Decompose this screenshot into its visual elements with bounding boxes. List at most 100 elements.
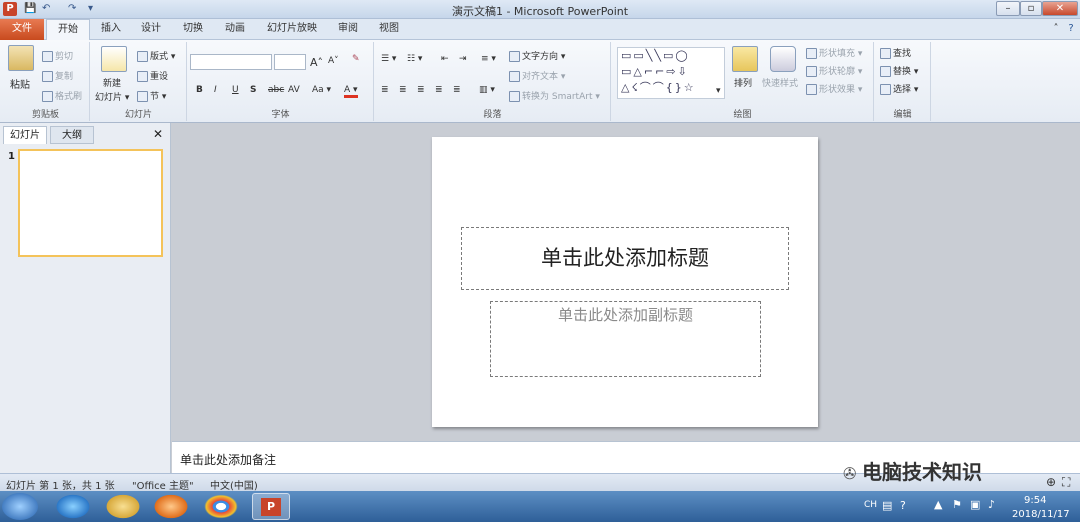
flag-icon[interactable]: ⚑ [952, 498, 962, 511]
underline-button[interactable]: U [232, 85, 239, 95]
tab-file[interactable]: 文件 [0, 19, 44, 40]
paste-button[interactable]: 粘贴 [10, 76, 30, 91]
explorer-icon[interactable] [104, 493, 142, 520]
find-button[interactable]: 查找 [880, 46, 911, 59]
font-size-combo[interactable] [274, 54, 306, 70]
clock-date[interactable]: 2018/11/17 [1012, 509, 1070, 520]
close-button[interactable]: ✕ [1042, 1, 1078, 16]
fit-to-window-icon[interactable]: ⛶ [1062, 475, 1070, 490]
paste-icon[interactable] [8, 45, 34, 71]
title-placeholder[interactable]: 单击此处添加标题 [461, 227, 789, 290]
numbering-icon[interactable]: ☷ ▾ [407, 54, 422, 64]
shape-outline-button[interactable]: 形状轮廓 ▾ [806, 64, 862, 77]
shapes-gallery-more-icon[interactable]: ▾ [716, 86, 721, 96]
tab-animations[interactable]: 动画 [220, 19, 250, 40]
shapes-gallery[interactable]: ▭▭╲╲▭◯ ▭△⌐⌐⇨⇩ △☇⌒⌒{}☆ [617, 47, 725, 99]
text-direction-button[interactable]: 文字方向 ▾ [509, 49, 565, 62]
align-text-button[interactable]: 对齐文本 ▾ [509, 69, 565, 82]
slide[interactable]: 单击此处添加标题 单击此处添加副标题 [432, 137, 818, 427]
chrome-icon[interactable] [202, 493, 240, 520]
slide-thumbnail[interactable] [18, 149, 163, 257]
zoom-in-icon[interactable]: ⊕ [1046, 475, 1056, 489]
italic-button[interactable]: I [214, 85, 217, 95]
tab-view[interactable]: 视图 [374, 19, 404, 40]
tab-home[interactable]: 开始 [46, 19, 90, 41]
arrange-icon[interactable] [732, 46, 758, 72]
char-spacing-button[interactable]: AV [288, 85, 300, 95]
line-spacing-icon[interactable]: ≡ ▾ [481, 54, 496, 64]
select-button[interactable]: 选择 ▾ [880, 82, 918, 95]
change-case-button[interactable]: Aa ▾ [312, 85, 331, 95]
justify-icon[interactable]: ≣ [435, 85, 443, 95]
grow-font-button[interactable]: A˄ [310, 56, 323, 69]
slide-info: 幻灯片 第 1 张，共 1 张 [6, 481, 115, 492]
shadow-button[interactable]: S [250, 85, 256, 95]
tab-slides-pane[interactable]: 幻灯片 [3, 126, 47, 144]
help-icon[interactable]: ? [1064, 19, 1078, 40]
clipboard-group-label: 剪贴板 [31, 110, 59, 120]
tray-keyboard-icon[interactable]: ▤ [882, 499, 892, 512]
quick-styles-button[interactable]: 快速样式 [762, 76, 798, 89]
restore-button[interactable]: ▫ [1020, 1, 1042, 16]
cut-button[interactable]: 剪切 [42, 49, 73, 62]
tab-outline-pane[interactable]: 大纲 [50, 126, 94, 144]
layout-icon [137, 51, 148, 62]
align-right-icon[interactable]: ≣ [417, 85, 425, 95]
font-name-combo[interactable] [190, 54, 272, 70]
language-status[interactable]: 中文(中国) [210, 477, 258, 492]
font-color-button[interactable]: A ▾ [344, 85, 358, 98]
tray-help-icon[interactable]: ? [900, 499, 906, 512]
clear-format-icon[interactable]: ✎ [352, 54, 360, 64]
columns-icon[interactable]: ▥ ▾ [479, 85, 495, 95]
strikethrough-button[interactable]: abc [268, 85, 284, 95]
shape-fill-button[interactable]: 形状填充 ▾ [806, 46, 862, 59]
ribbon: 粘贴 剪切 复制 格式刷 剪贴板 新建 幻灯片 ▾ 版式 ▾ 重设 节 ▾ 幻灯… [0, 40, 1080, 123]
tab-insert[interactable]: 插入 [96, 19, 126, 40]
section-icon [137, 91, 148, 102]
powerpoint-taskbar-icon[interactable]: P [252, 493, 290, 520]
minimize-ribbon-icon[interactable]: ˄ [1050, 19, 1062, 40]
ie-icon[interactable] [54, 493, 92, 520]
pencil-icon [806, 66, 817, 77]
format-painter-button[interactable]: 格式刷 [42, 89, 82, 102]
new-slide-dropdown[interactable]: 幻灯片 ▾ [95, 90, 129, 103]
align-left-icon[interactable]: ≣ [381, 85, 389, 95]
quick-styles-icon[interactable] [770, 46, 796, 72]
input-language[interactable]: CH [864, 500, 877, 510]
layout-button[interactable]: 版式 ▾ [137, 49, 175, 62]
text-direction-icon [509, 51, 520, 62]
increase-indent-icon[interactable]: ⇥ [459, 54, 467, 64]
tray-expand-icon[interactable]: ▲ [934, 498, 942, 511]
smartart-button[interactable]: 转换为 SmartArt ▾ [509, 89, 600, 102]
shrink-font-button[interactable]: A˅ [328, 56, 339, 66]
close-pane-icon[interactable]: ✕ [153, 127, 163, 141]
media-player-icon[interactable] [152, 493, 190, 520]
new-slide-icon[interactable] [101, 46, 127, 72]
subtitle-placeholder[interactable]: 单击此处添加副标题 [490, 301, 761, 377]
tab-review[interactable]: 审阅 [333, 19, 363, 40]
decrease-indent-icon[interactable]: ⇤ [441, 54, 449, 64]
align-center-icon[interactable]: ≣ [399, 85, 407, 95]
volume-icon[interactable]: ♪ [988, 498, 995, 511]
tab-transitions[interactable]: 切换 [178, 19, 208, 40]
reset-button[interactable]: 重设 [137, 69, 168, 82]
shape-effects-button[interactable]: 形状效果 ▾ [806, 82, 862, 95]
smartart-icon [509, 91, 520, 102]
new-slide-label[interactable]: 新建 [103, 76, 121, 89]
tab-design[interactable]: 设计 [136, 19, 166, 40]
minimize-button[interactable]: – [996, 1, 1020, 16]
network-icon[interactable]: ▣ [970, 498, 980, 511]
slides-pane: 幻灯片 大纲 ✕ 1 [0, 123, 171, 473]
distributed-icon[interactable]: ≣ [453, 85, 461, 95]
replace-button[interactable]: 替换 ▾ [880, 64, 918, 77]
copy-button[interactable]: 复制 [42, 69, 73, 82]
start-button[interactable] [2, 493, 38, 520]
tab-slideshow[interactable]: 幻灯片放映 [262, 19, 322, 40]
slides-group: 新建 幻灯片 ▾ 版式 ▾ 重设 节 ▾ 幻灯片 [91, 42, 187, 121]
arrange-button[interactable]: 排列 [734, 76, 752, 89]
section-button[interactable]: 节 ▾ [137, 89, 166, 102]
bold-button[interactable]: B [196, 85, 203, 95]
theme-name[interactable]: "Office 主题" [132, 477, 194, 492]
bullets-icon[interactable]: ☰ ▾ [381, 54, 396, 64]
clock-time[interactable]: 9:54 [1024, 495, 1046, 506]
